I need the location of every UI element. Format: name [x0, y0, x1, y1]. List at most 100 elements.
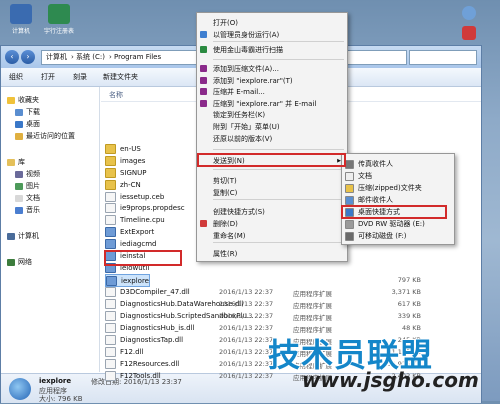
file-row[interactable]: ie9props.propdesc	[105, 202, 185, 213]
file-row[interactable]: en-US	[105, 143, 141, 154]
context-menu-label: 打开(O)	[213, 18, 238, 27]
context-menu-item[interactable]: 属性(R)	[197, 248, 347, 259]
breadcrumb-drive[interactable]: 系统 (C:)	[76, 53, 105, 61]
sendto-menu-item[interactable]: 压缩(zipped)文件夹	[342, 182, 454, 193]
context-menu-item[interactable]: 创建快捷方式(S)	[197, 206, 347, 217]
navigation-pane: 收藏夹 下载 桌面 最近访问的位置 库 视频 图片 文档 音乐 计算机 网络	[1, 87, 100, 372]
sidebar-item-pictures[interactable]: 图片	[15, 181, 40, 191]
sidebar-item-documents[interactable]: 文档	[15, 193, 40, 203]
sidebar-item-network[interactable]: 网络	[7, 257, 32, 267]
file-name: SIGNUP	[120, 168, 147, 177]
file-icon	[105, 286, 116, 297]
file-icon	[105, 346, 116, 357]
context-menu-item[interactable]: 使用金山毒霸进行扫描	[197, 44, 347, 55]
file-name: iediagcmd	[120, 239, 157, 248]
back-button[interactable]: ‹	[5, 50, 19, 64]
sidebar-item-desktop[interactable]: 桌面	[15, 119, 40, 129]
file-row[interactable]: F12Tools.dll	[105, 370, 161, 381]
desktop-app-icon[interactable]	[462, 26, 476, 40]
context-menu-item[interactable]: 剪切(T)	[197, 175, 347, 186]
desktop-icon-computer[interactable]: 计算机	[6, 4, 36, 35]
watermark-url: www.jsgho.com	[302, 368, 479, 392]
file-name: iessetup.ceb	[120, 192, 165, 201]
context-menu-item[interactable]: 复制(C)	[197, 187, 347, 198]
folder-icon	[105, 167, 116, 178]
favorites-header[interactable]: 收藏夹	[7, 95, 39, 105]
fax-icon	[345, 160, 354, 169]
file-date: 2016/1/13 22:37	[219, 360, 274, 368]
file-size: 3,371 KB	[391, 288, 421, 296]
file-row[interactable]: F12.dll	[105, 346, 144, 357]
sidebar-item-videos[interactable]: 视频	[15, 169, 40, 179]
breadcrumb-computer[interactable]: 计算机	[46, 53, 67, 61]
context-menu-item[interactable]: 还原以前的版本(V)	[197, 133, 347, 144]
file-row[interactable]: F12Resources.dll	[105, 358, 179, 369]
sidebar-item-downloads[interactable]: 下载	[15, 107, 40, 117]
file-date: 2016/1/13 22:37	[219, 372, 274, 380]
breadcrumb-folder[interactable]: Program Files	[114, 53, 161, 61]
sendto-menu-item[interactable]: 可移动磁盘 (F:)	[342, 230, 454, 241]
folder-icon	[105, 179, 116, 190]
file-row[interactable]: ExtExport	[105, 226, 154, 237]
libraries-header[interactable]: 库	[7, 157, 25, 167]
context-menu-item[interactable]: 打开(O)	[197, 17, 347, 28]
menu-separator	[213, 242, 344, 243]
file-row[interactable]: DiagnosticsHub_is.dll	[105, 322, 194, 333]
sendto-menu-item[interactable]: 邮件收件人	[342, 194, 454, 205]
context-menu-item[interactable]: 锁定到任务栏(K)	[197, 109, 347, 120]
file-row[interactable]: zh-CN	[105, 179, 141, 190]
desktop-gadget-icon[interactable]	[462, 6, 476, 20]
context-menu-item[interactable]: 压缩并 E-mail...	[197, 86, 347, 97]
sidebar-item-recent[interactable]: 最近访问的位置	[15, 131, 75, 141]
sidebar-item-music[interactable]: 音乐	[15, 205, 40, 215]
folder-icon	[105, 143, 116, 154]
iexplore-highlight	[104, 250, 182, 266]
file-icon	[105, 310, 116, 321]
context-menu-item[interactable]: 添加到 "iexplore.rar"(T)	[197, 75, 347, 86]
file-name: F12.dll	[120, 347, 144, 356]
video-icon	[15, 170, 23, 178]
file-row[interactable]: SIGNUP	[105, 167, 147, 178]
sidebar-item-computer[interactable]: 计算机	[7, 231, 39, 241]
context-menu-label: 删除(D)	[213, 219, 238, 228]
file-date: 2016/1/13 22:37	[219, 324, 274, 332]
application-icon	[105, 238, 116, 249]
file-icon	[105, 322, 116, 333]
file-name: ie9props.propdesc	[120, 203, 185, 212]
shield-icon	[200, 31, 207, 38]
context-menu-item[interactable]: 以管理员身份运行(A)	[197, 29, 347, 40]
file-icon	[105, 298, 116, 309]
forward-button[interactable]: ›	[21, 50, 35, 64]
computer-icon	[10, 4, 32, 24]
context-menu-item[interactable]: 添加到压缩文件(A)...	[197, 63, 347, 74]
file-icon	[105, 370, 116, 381]
open-button[interactable]: 打开	[41, 72, 55, 82]
sendto-menu-item[interactable]: DVD RW 驱动器 (E:)	[342, 218, 454, 229]
file-name: iexplore	[121, 276, 149, 285]
burn-button[interactable]: 刻录	[73, 72, 87, 82]
sendto-menu-item[interactable]: 传真收件人	[342, 158, 454, 169]
file-name: DiagnosticsHub_is.dll	[120, 323, 195, 332]
file-row[interactable]: iediagcmd	[105, 238, 156, 249]
file-row[interactable]: iessetup.ceb	[105, 191, 164, 202]
file-row[interactable]: D3DCompiler_47.dll	[105, 286, 190, 297]
context-menu-item[interactable]: 重命名(M)	[197, 230, 347, 241]
file-row[interactable]: images	[105, 155, 145, 166]
organize-button[interactable]: 组织	[9, 72, 23, 82]
context-menu: 打开(O) 以管理员身份运行(A) 使用金山毒霸进行扫描 添加到压缩文件(A)... 添…	[196, 12, 348, 262]
search-input[interactable]	[409, 50, 477, 65]
new-folder-button[interactable]: 新建文件夹	[103, 72, 138, 82]
archive-icon	[200, 65, 207, 72]
file-row[interactable]: Timeline.cpu	[105, 214, 165, 225]
sendto-menu-item[interactable]: 文档	[342, 170, 454, 181]
context-menu-item[interactable]: 压缩到 "iexplore.rar" 并 E-mail	[197, 98, 347, 109]
file-row[interactable]: DiagnosticsTap.dll	[105, 334, 183, 345]
menu-separator	[213, 149, 344, 150]
context-menu-label: 添加到 "iexplore.rar"(T)	[213, 76, 293, 85]
desktop-icon-registry[interactable]: 宇行注册表	[44, 4, 74, 35]
name-column-header[interactable]: 名称	[109, 90, 123, 100]
file-name: D3DCompiler_47.dll	[120, 287, 190, 296]
context-menu-label: 剪切(T)	[213, 176, 237, 185]
context-menu-item[interactable]: 附到「开始」菜单(U)	[197, 121, 347, 132]
context-menu-item[interactable]: 删除(D)	[197, 218, 347, 229]
